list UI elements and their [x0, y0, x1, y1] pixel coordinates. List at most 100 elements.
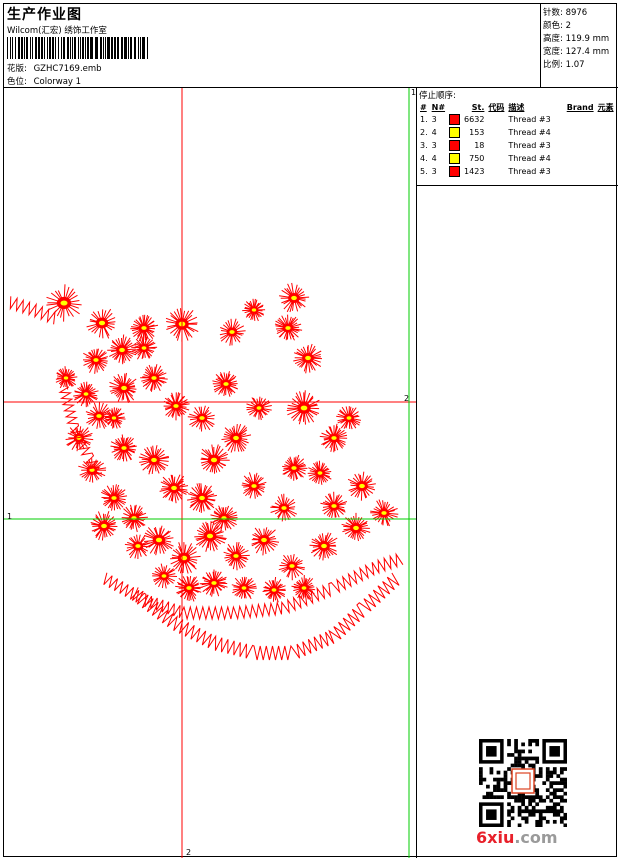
studio-name: Wilcom(汇宏) 绣饰工作室: [7, 26, 107, 36]
row-desc: Thread #4: [508, 154, 551, 163]
col-stitches: St.: [471, 102, 485, 112]
flower-motif: [130, 314, 159, 342]
table-row: 2. 4 153 Thread #4: [418, 126, 616, 139]
flower-motif: [223, 541, 250, 571]
site-watermark: 6xiu.com: [476, 828, 558, 847]
design-width: 宽度: 127.4 mm: [543, 45, 609, 57]
row-index: 5.: [420, 167, 428, 176]
flower-motif: [103, 407, 126, 429]
flower-motif: [138, 445, 170, 475]
flower-motif: [109, 372, 137, 403]
red-v-guide-label: 2: [186, 848, 192, 857]
row-needle: 4: [431, 154, 437, 163]
stitch-count: 针数: 8976: [543, 6, 587, 18]
flower-motif: [370, 499, 399, 527]
row-element: [596, 113, 616, 126]
row-element: [596, 152, 616, 165]
row-code: [486, 152, 506, 165]
flower-motif: [282, 454, 308, 481]
row-stitches: 18: [474, 141, 485, 150]
flower-motif: [219, 318, 246, 346]
flower-motif: [241, 472, 267, 499]
row-desc: Thread #4: [508, 128, 551, 137]
flower-motif: [246, 396, 272, 421]
design-height: 高度: 119.9 mm: [543, 32, 609, 44]
row-desc: Thread #3: [508, 141, 551, 150]
flower-motif: [221, 423, 252, 453]
flower-motif: [320, 491, 348, 519]
flower-motif: [347, 471, 376, 501]
flower-motif: [231, 576, 257, 600]
colorway-value: Colorway 1: [33, 77, 82, 87]
height-label: 高度:: [543, 34, 563, 44]
row-desc: Thread #3: [508, 115, 551, 124]
col-index: #: [420, 102, 427, 112]
row-element: [596, 126, 616, 139]
stop-sequence-title: 停止顺序:: [419, 91, 456, 101]
row-stitches: 750: [469, 154, 485, 163]
page-title: 生产作业图: [7, 7, 82, 23]
col-brand: Brand: [566, 102, 594, 112]
flower-motif: [86, 308, 116, 339]
flower-motif: [121, 504, 148, 533]
flower-motif: [293, 343, 323, 374]
scale-value: 1.07: [565, 60, 585, 70]
row-swatch: [447, 152, 462, 165]
design-preview: 2 2 1 1: [4, 88, 417, 858]
design-scale: 比例: 1.07: [543, 58, 585, 70]
flower-motif: [212, 371, 238, 397]
flower-motif: [90, 511, 118, 541]
flower-motif: [140, 364, 168, 392]
stitch-count-value: 8976: [565, 8, 588, 18]
design-stats: 针数: 8976 颜色: 2 高度: 119.9 mm 宽度: 127.4 mm…: [541, 4, 618, 88]
row-index: 1.: [420, 115, 428, 124]
row-swatch: [447, 139, 462, 152]
row-needle: 3: [431, 115, 437, 124]
flower-motif: [143, 525, 174, 556]
panel-divider: [417, 185, 618, 186]
flower-motif: [159, 474, 189, 504]
row-element: [596, 139, 616, 152]
flower-motif: [286, 390, 320, 425]
colorway-row: 色位: Colorway 1: [7, 75, 81, 87]
qr-code-icon: [479, 739, 567, 827]
row-desc: Thread #3: [508, 167, 551, 176]
flower-motif: [309, 532, 338, 561]
fringe-band: [131, 572, 400, 661]
flower-motif: [175, 576, 203, 602]
flower-motif: [251, 527, 280, 556]
col-color: [447, 101, 462, 113]
flower-motif: [341, 512, 371, 542]
row-index: 3.: [420, 141, 428, 150]
row-stitches: 6632: [464, 115, 485, 124]
flower-motif: [242, 298, 266, 322]
flower-motif: [200, 444, 230, 474]
watermark-suffix: .com: [514, 828, 558, 847]
col-needle: N#: [431, 102, 446, 112]
row-index: 2.: [420, 128, 428, 137]
flower-motif: [270, 493, 298, 522]
row-swatch: [447, 165, 462, 178]
green-v-guide-label: 1: [411, 88, 417, 97]
flower-motif: [336, 406, 361, 430]
header-info: 生产作业图 Wilcom(汇宏) 绣饰工作室 花版: GZHC7169.emb …: [4, 4, 541, 88]
row-element: [596, 165, 616, 178]
color-swatch-icon: [449, 114, 461, 125]
design-label: 花版:: [7, 64, 27, 74]
col-desc: 描述: [508, 102, 525, 112]
flower-motif: [199, 569, 228, 597]
fringe-band: [9, 296, 56, 325]
flower-motif: [262, 576, 286, 603]
row-index: 4.: [420, 154, 428, 163]
flower-motif: [170, 542, 201, 574]
flower-motif: [131, 335, 158, 360]
flower-motif: [279, 282, 310, 313]
table-row: 1. 3 6632 Thread #3: [418, 113, 616, 126]
row-brand: [553, 126, 596, 139]
flower-motif: [55, 366, 78, 390]
width-label: 宽度:: [543, 47, 563, 57]
row-swatch: [447, 126, 462, 139]
flower-motif: [110, 434, 137, 462]
flower-motif: [187, 405, 215, 432]
stop-sequence-table: # N# St. 代码 描述 Brand 元素 1. 3 6632 Thread…: [418, 101, 616, 178]
